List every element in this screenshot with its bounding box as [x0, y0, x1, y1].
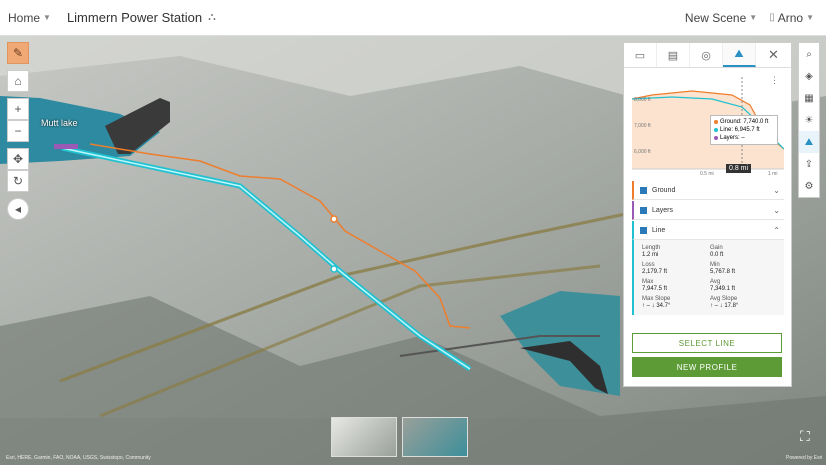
home-label: Home: [8, 10, 41, 25]
stat-loss: Loss 2,179.7 ft: [642, 262, 668, 275]
shared-group-icon: ⛬: [208, 11, 216, 23]
chevron-down-icon: ▼: [43, 13, 51, 22]
line-swatch: [714, 128, 718, 132]
chart-tooltip: Ground: 7,740.0 ft Line: 6,945.7 ft Laye…: [710, 115, 778, 145]
close-icon[interactable]: ✕: [756, 43, 791, 67]
left-toolbar: ✎ ⌂ + − ✥ ↻ ◂: [7, 42, 29, 220]
daylight-icon[interactable]: ☀: [799, 109, 819, 131]
select-line-button[interactable]: SELECT LINE: [632, 333, 782, 353]
y-tick: 7,000 ft: [634, 123, 651, 129]
line-checkbox[interactable]: [640, 226, 647, 234]
slide-thumbnail[interactable]: [331, 417, 397, 457]
tooltip-layers: Layers: –: [720, 135, 745, 141]
tooltip-ground: Ground: 7,740.0 ft: [720, 119, 769, 125]
chevron-up-icon[interactable]: ⌃: [773, 226, 780, 235]
print-icon[interactable]: ▤: [657, 43, 690, 67]
tooltip-line: Line: 6,945.7 ft: [720, 127, 760, 133]
measure-ruler-icon[interactable]: ▭: [624, 43, 657, 67]
search-icon[interactable]: ⌕: [799, 43, 819, 65]
ground-label: Ground: [652, 186, 676, 194]
stat-max-slope: Max Slope ↑ – ↓ 34.7°: [642, 296, 671, 309]
distance-badge: 0.8 mi: [726, 164, 752, 173]
chevron-down-icon: ▼: [806, 13, 814, 22]
chevron-down-icon[interactable]: ⌄: [773, 186, 780, 195]
stat-max: Max 7,947.5 ft: [642, 279, 668, 292]
x-tick: 1 mi: [768, 171, 777, 177]
line-label: Line: [652, 226, 666, 234]
stat-min: Min 5,767.8 ft: [710, 262, 736, 275]
layers-profile-segment: [54, 144, 78, 149]
chevron-down-icon[interactable]: ⌄: [773, 206, 780, 215]
settings-icon[interactable]: ⚙: [799, 175, 819, 197]
share-icon[interactable]: ⇪: [799, 153, 819, 175]
ground-hover-marker: [330, 215, 338, 223]
basemap-icon[interactable]: ▦: [799, 87, 819, 109]
slope-icon[interactable]: ◎: [690, 43, 723, 67]
line-statistics: Length 1.2 mi Gain 0.0 ft Loss 2,179.7 ft M…: [632, 240, 784, 315]
ground-checkbox[interactable]: [640, 186, 647, 194]
x-tick: 0.5 mi: [700, 171, 714, 177]
line-hover-marker: [330, 265, 338, 273]
ground-swatch: [714, 120, 718, 124]
slide-thumbnail[interactable]: [402, 417, 468, 457]
stat-gain: Gain 0.0 ft: [710, 245, 724, 258]
elevation-profile-panel: ▭ ▤ ◎ ⛰ ✕ ⋮ 8,000 ft 7,000 ft 6,000 ft 0…: [623, 42, 792, 387]
new-scene-menu[interactable]: New Scene ▼: [685, 11, 757, 25]
home-menu[interactable]: Home ▼: [8, 11, 51, 25]
avatar: ▯: [769, 12, 775, 23]
stat-avg: Avg 7,349.1 ft: [710, 279, 736, 292]
zoom-in-icon[interactable]: +: [7, 98, 29, 120]
new-scene-label: New Scene: [684, 10, 747, 25]
layers-swatch: [714, 136, 718, 140]
layers-section[interactable]: Layers ⌄: [632, 201, 784, 220]
new-profile-button[interactable]: NEW PROFILE: [632, 357, 782, 377]
right-toolbar: ⌕ ◈ ▦ ☀ ⛰ ⇪ ⚙: [798, 42, 820, 198]
elevation-profile-icon[interactable]: ⛰: [799, 131, 819, 153]
page-title: Limmern Power Station: [66, 10, 203, 25]
stat-avg-slope: Avg Slope ↑ – ↓ 17.8°: [710, 296, 739, 309]
y-tick: 8,000 ft: [634, 97, 651, 103]
rotate-icon[interactable]: ↻: [7, 170, 29, 192]
layers-label: Layers: [652, 206, 674, 214]
stat-length: Length 1.2 mi: [642, 245, 661, 258]
pan-icon[interactable]: ✥: [7, 148, 29, 170]
attribution[interactable]: Esri, HERE, Garmin, FAO, NOAA, USGS, Swi…: [6, 455, 151, 461]
line-section[interactable]: Line ⌃ Length 1.2 mi Gain 0.0 ft Loss 2,179…: [632, 221, 784, 315]
app-header: Home ▼ Limmern Power Station ⛬ New Scene…: [0, 0, 826, 36]
elevation-profile-icon[interactable]: ⛰: [723, 43, 756, 67]
powered-by[interactable]: Powered by Esri: [786, 455, 822, 461]
home-icon[interactable]: ⌂: [7, 70, 29, 92]
lake-label: Mutt lake: [41, 118, 78, 128]
layers-icon[interactable]: ◈: [799, 65, 819, 87]
zoom-out-icon[interactable]: −: [7, 120, 29, 142]
user-name: Arno: [777, 10, 804, 25]
ground-section[interactable]: Ground ⌄: [632, 181, 784, 200]
fullscreen-icon[interactable]: ⛶: [800, 428, 810, 445]
pencil-icon[interactable]: ✎: [7, 42, 29, 64]
layers-checkbox[interactable]: [640, 206, 647, 214]
compass-icon[interactable]: ◂: [7, 198, 29, 220]
panel-tabs: ▭ ▤ ◎ ⛰ ✕: [624, 43, 791, 68]
chevron-down-icon: ▼: [749, 13, 758, 22]
y-tick: 6,000 ft: [634, 149, 651, 155]
user-menu[interactable]: ▯ Arno ▼: [769, 11, 814, 25]
